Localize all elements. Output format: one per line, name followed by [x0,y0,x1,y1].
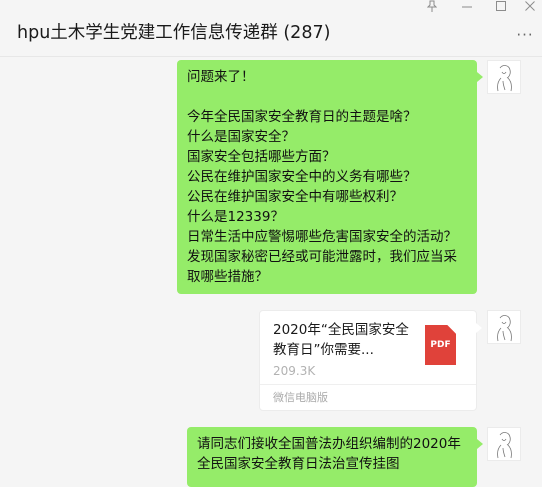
message-list[interactable]: 问题来了！ 今年全民国家安全教育日的主题是啥？ 什么是国家安全？ 国家安全包括哪… [0,57,542,487]
message-line: 问题来了！ [187,69,255,85]
message-line: 请同志们接收全国普法办组织编制的2020年 [197,436,461,452]
pdf-file-icon: PDF [425,325,456,365]
message-line: 发现国家秘密已经或可能泄露时，我们应当采 [187,249,457,265]
message-line: 今年全民国家安全教育日的主题是啥？ [187,109,417,125]
avatar[interactable] [487,310,521,344]
chat-title: hpu土木学生党建工作信息传递群 (287) [17,23,331,43]
message-bubble[interactable]: 请同志们接收全国普法办组织编制的2020年 全民国家安全教育日法治宣传挂图 [187,427,483,487]
avatar[interactable] [487,60,521,94]
file-message-card[interactable]: 2020年“全民国家安全教育日”你需要... 209.3K PDF 微信电脑版 [259,310,482,411]
maximize-icon[interactable] [489,0,513,14]
message-line: 取哪些措施？ [187,269,268,285]
chat-header: hpu土木学生党建工作信息传递群 (287) ··· [0,0,542,57]
file-size: 209.3K [273,364,316,378]
message-line: 公民在维护国家安全中的义务有哪些？ [187,169,417,185]
message-line: 日常生活中应警惕哪些危害国家安全的活动？ [187,229,457,245]
avatar[interactable] [487,427,521,461]
message-bubble[interactable]: 问题来了！ 今年全民国家安全教育日的主题是啥？ 什么是国家安全？ 国家安全包括哪… [177,60,483,294]
more-icon[interactable]: ··· [514,28,536,43]
message-line [187,87,467,107]
message-line: 公民在维护国家安全中有哪些权利？ [187,189,403,205]
close-icon[interactable] [518,0,542,14]
sketch-avatar-icon [497,315,512,342]
message-line: 什么是国家安全？ [187,129,295,145]
divider [260,384,476,385]
file-source-label: 微信电脑版 [273,391,328,404]
pin-icon[interactable] [420,0,444,14]
sketch-avatar-icon [497,65,512,92]
message-line: 国家安全包括哪些方面？ [187,149,336,165]
minimize-icon[interactable] [455,0,479,14]
message-line: 全民国家安全教育日法治宣传挂图 [197,456,400,472]
message-line: 什么是12339？ [187,209,284,225]
sketch-avatar-icon [497,432,512,459]
file-name: 2020年“全民国家安全教育日”你需要... [273,322,409,358]
